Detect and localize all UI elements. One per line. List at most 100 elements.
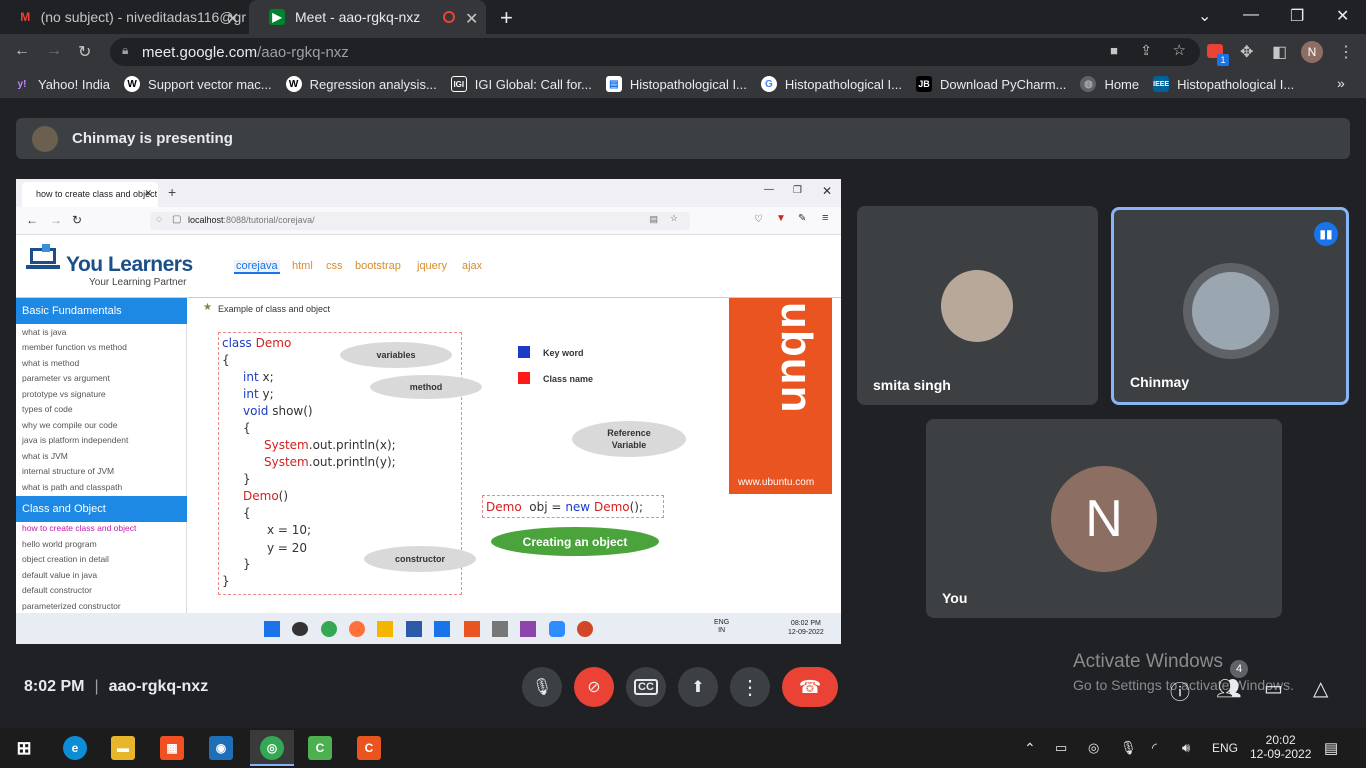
- sidebar-item: parameter vs argument: [22, 373, 110, 383]
- present-icon: ⬆: [691, 679, 705, 696]
- legend-keyword-swatch: [518, 346, 530, 358]
- close-window-icon[interactable]: ✕: [1336, 6, 1349, 26]
- sidepanel-icon[interactable]: ◧: [1272, 42, 1287, 62]
- microphone-tray-icon[interactable]: 🎙︎: [1120, 740, 1137, 756]
- menu-icon: ≡: [822, 212, 829, 224]
- restore-icon: ❐: [793, 185, 802, 196]
- ubuntu-ad: ubun www.ubuntu.com: [729, 298, 832, 494]
- bookmark-item[interactable]: G Histopathological I...: [760, 76, 902, 92]
- edge-icon[interactable]: e: [63, 736, 87, 760]
- chevron-down-icon[interactable]: ⌄: [1198, 6, 1211, 26]
- captions-icon: CC: [634, 679, 658, 695]
- browser-tab-strip: M (no subject) - niveditadas116@gr ✕ ▶ M…: [0, 0, 1366, 34]
- meeting-info: 8:02 PM | aao-rgkq-nxz: [24, 678, 209, 695]
- battery-icon[interactable]: ▭: [1055, 740, 1067, 756]
- igi-icon: IGI: [450, 76, 467, 92]
- url-path: /aao-rgkq-nxz: [257, 44, 349, 61]
- sidebar-item: java is platform independent: [22, 435, 129, 445]
- tab-title: Meet - aao-rgkq-nxz: [295, 9, 421, 25]
- participant-tile[interactable]: smita singh: [857, 206, 1098, 405]
- forward-icon[interactable]: →: [46, 42, 62, 60]
- puzzle-icon[interactable]: ✥: [1240, 42, 1253, 62]
- tutorial-content: ★ Example of class and object variables …: [188, 298, 728, 613]
- leave-call-button[interactable]: ☎: [782, 667, 838, 707]
- firefox-icon: [349, 621, 365, 637]
- back-icon[interactable]: ←: [14, 42, 30, 60]
- volume-icon[interactable]: 🔊︎: [1182, 740, 1190, 756]
- new-tab-icon[interactable]: +: [500, 5, 513, 31]
- language-indicator[interactable]: ENG: [1212, 741, 1238, 755]
- star-icon[interactable]: ☆: [1173, 41, 1186, 59]
- nav-corejava: corejava: [234, 260, 280, 274]
- wifi-icon[interactable]: ◜: [1152, 740, 1157, 756]
- app-icon: [434, 621, 450, 637]
- bookmark-item[interactable]: IEEE Histopathological I...: [1153, 76, 1294, 92]
- wikipedia-icon: W: [124, 76, 141, 92]
- minimize-icon[interactable]: —: [1243, 6, 1259, 24]
- close-tab-icon[interactable]: ✕: [465, 9, 478, 29]
- bookmark-item[interactable]: JB Download PyCharm...: [915, 76, 1066, 92]
- close-tab-icon[interactable]: ✕: [226, 9, 239, 29]
- tab-gmail[interactable]: M (no subject) - niveditadas116@gr: [0, 0, 246, 34]
- kebab-menu-icon[interactable]: ⋮: [1338, 42, 1354, 62]
- participant-name: You: [942, 590, 968, 606]
- notification-icon[interactable]: ▤: [1324, 739, 1338, 757]
- app-icon: [464, 621, 480, 637]
- bookmark-item[interactable]: y! Yahoo! India: [14, 76, 111, 92]
- store-icon[interactable]: ▦: [160, 736, 184, 760]
- share-icon[interactable]: ⇪: [1140, 42, 1152, 59]
- camera-off-button[interactable]: ⊘: [574, 667, 614, 707]
- ubuntu-logo: ubun: [772, 302, 821, 414]
- sidebar-section-header: Basic Fundamentals: [16, 298, 187, 324]
- camtasia-recorder-icon[interactable]: C: [357, 736, 381, 760]
- shared-tab: how to create class and object ✕: [22, 182, 158, 207]
- globe-icon: ◍: [1080, 76, 1097, 92]
- chrome-icon[interactable]: ◎: [260, 736, 284, 760]
- windows-start-icon[interactable]: ⊞: [12, 736, 36, 760]
- microphone-button[interactable]: 🎙︎: [522, 667, 562, 707]
- activities-icon[interactable]: △: [1313, 676, 1328, 701]
- camera-icon[interactable]: ■: [1110, 43, 1118, 58]
- participant-tile-speaking[interactable]: ▮▮ Chinmay: [1111, 207, 1349, 405]
- camera-tray-icon[interactable]: ◎: [1088, 740, 1099, 756]
- bookmark-item[interactable]: IGI IGI Global: Call for...: [450, 76, 592, 92]
- participant-tile-self[interactable]: N You: [926, 419, 1282, 618]
- app-icon: [377, 621, 393, 637]
- avatar: [1192, 272, 1270, 350]
- app-icon: [492, 621, 508, 637]
- sidebar-item: what is JVM: [22, 451, 68, 461]
- file-explorer-icon[interactable]: ▬: [111, 736, 135, 760]
- chat-icon[interactable]: ▭: [1264, 676, 1283, 701]
- bookmark-item[interactable]: ▤ Histopathological I...: [605, 76, 747, 92]
- info-icon[interactable]: ⓘ: [1170, 676, 1190, 705]
- windows-icon: [264, 621, 280, 637]
- example-heading: Example of class and object: [218, 304, 331, 314]
- sidebar-item: what is java: [22, 327, 67, 337]
- bookmark-item[interactable]: ◍ Home: [1080, 76, 1139, 92]
- restore-icon[interactable]: ❐: [1290, 6, 1304, 26]
- new-tab-icon: +: [168, 184, 177, 200]
- chevron-up-icon[interactable]: ⌃: [1024, 740, 1036, 757]
- sidebar-item: parameterized constructor: [22, 601, 121, 611]
- meeting-time: 8:02 PM: [24, 678, 85, 695]
- bookmark-item[interactable]: W Regression analysis...: [285, 76, 437, 92]
- more-bookmarks-icon[interactable]: »: [1337, 75, 1345, 91]
- camtasia-icon[interactable]: C: [308, 736, 332, 760]
- shared-screen[interactable]: how to create class and object ✕ + — ❐ ✕ …: [16, 179, 841, 644]
- profile-avatar[interactable]: N: [1301, 41, 1323, 63]
- system-clock[interactable]: 20:02 12-09-2022: [1250, 733, 1311, 761]
- bookmark-item[interactable]: W Support vector mac...: [124, 76, 272, 92]
- more-options-button[interactable]: ⋮: [730, 667, 770, 707]
- captions-button[interactable]: CC: [626, 667, 666, 707]
- app-icon[interactable]: ◉: [209, 736, 233, 760]
- nav-bootstrap: bootstrap: [355, 260, 401, 272]
- participants-count-badge: 4: [1230, 660, 1248, 678]
- meeting-code[interactable]: aao-rgkq-nxz: [109, 678, 209, 695]
- sidebar-item: internal structure of JVM: [22, 466, 115, 476]
- sidebar-item: prototype vs signature: [22, 389, 106, 399]
- reload-icon[interactable]: ↻: [78, 42, 91, 62]
- present-button[interactable]: ⬆: [678, 667, 718, 707]
- people-icon[interactable]: 👥︎: [1216, 676, 1241, 701]
- reload-icon: ↻: [72, 213, 83, 227]
- address-bar[interactable]: 🔒︎ meet.google.com/aao-rgkq-nxz ■ ⇪ ☆: [110, 38, 1200, 66]
